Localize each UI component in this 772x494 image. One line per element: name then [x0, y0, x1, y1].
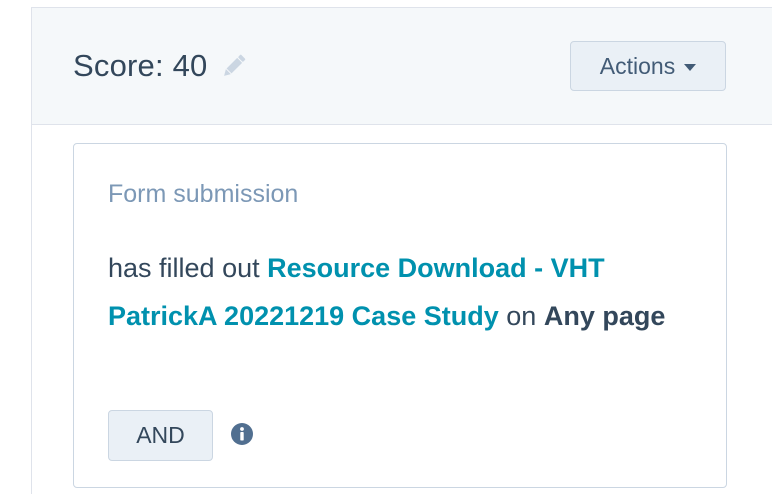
and-label: AND [136, 422, 185, 448]
criteria-connector: on [506, 301, 537, 331]
actions-label: Actions [599, 52, 676, 79]
score-header: Score: 40 Actions [32, 8, 772, 125]
caret-down-icon [684, 63, 697, 71]
pencil-icon[interactable] [220, 52, 248, 80]
criteria-type-title: Form submission [108, 180, 299, 208]
score-title-group: Score: 40 [73, 48, 248, 84]
actions-dropdown-button[interactable]: Actions [570, 41, 726, 91]
info-icon[interactable] [231, 423, 253, 445]
score-panel: Score: 40 Actions Form submission has fi… [31, 7, 772, 494]
criteria-card: Form submission has filled out Resource … [73, 143, 727, 488]
criteria-description: has filled out Resource Download - VHT P… [108, 244, 698, 340]
page-value: Any page [543, 301, 666, 331]
criteria-prefix: has filled out [108, 253, 260, 283]
score-label: Score: 40 [73, 48, 208, 83]
and-button[interactable]: AND [108, 410, 213, 461]
